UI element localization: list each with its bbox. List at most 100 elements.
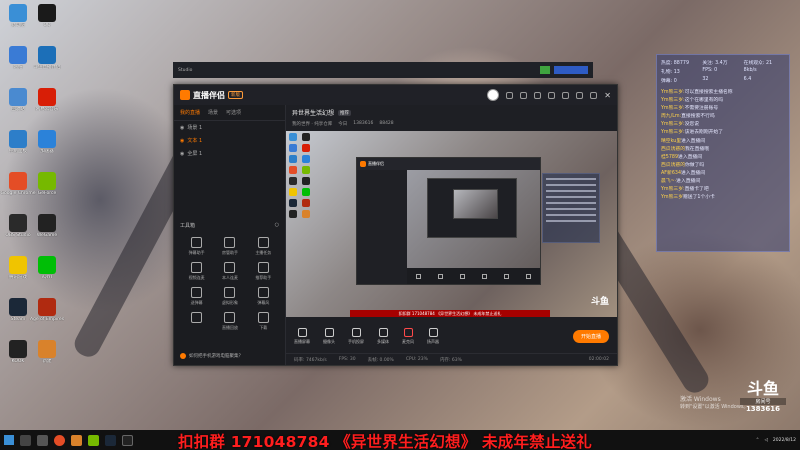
tool-icon — [257, 287, 269, 298]
scene-row[interactable]: ◉ 全屏 1 — [174, 147, 285, 160]
eye-icon[interactable]: ◉ — [180, 151, 184, 157]
tool-item[interactable]: 房管助手 — [213, 237, 246, 256]
tool-item[interactable]: 推荐助手 — [247, 262, 280, 281]
source-button[interactable]: 直播屏幕 — [294, 327, 310, 345]
scene-row[interactable]: ◉ 文本 1 — [174, 134, 285, 147]
tool-icon — [224, 237, 236, 248]
minimize-icon[interactable] — [576, 91, 584, 99]
desktop-icon[interactable]: 网易云音乐 — [29, 88, 65, 113]
desktop-icon-label: iQIYI — [41, 275, 53, 280]
tools-more-icon[interactable]: ○ — [275, 222, 279, 229]
sidebar-tab[interactable]: 场景 — [208, 109, 218, 116]
windows-activation-watermark: 激活 Windows 转到"设置"以激活 Windows。 — [680, 394, 749, 410]
user-avatar[interactable] — [487, 89, 500, 101]
chat-username: Ym熊三岁: — [661, 90, 685, 95]
app-icon — [38, 130, 56, 148]
status-item: FPS: 30 — [338, 357, 356, 362]
tool-item[interactable]: 送弹幕 — [180, 287, 213, 306]
windows-start-icon[interactable] — [4, 435, 14, 445]
room-sub-item: 1383616 — [353, 121, 374, 126]
settings-icon[interactable] — [520, 91, 528, 99]
source-button[interactable]: 麦克风 — [402, 327, 414, 345]
gift-icon[interactable] — [534, 91, 542, 99]
room-title[interactable]: 异世界生活幻想 — [292, 108, 334, 117]
tray-date[interactable]: 2022/8/12 — [773, 438, 796, 443]
preview-desktop-icons — [289, 133, 311, 218]
chat-text: 直播卡了吧 — [684, 187, 709, 193]
tray-arrow-icon[interactable]: ⌃ — [756, 438, 760, 443]
task-view-icon[interactable] — [37, 434, 48, 446]
eye-icon[interactable]: ◉ — [180, 138, 184, 144]
chat-text: 没您说 — [684, 122, 700, 128]
tool-item[interactable]: 本人连麦 — [213, 262, 246, 281]
close-icon[interactable]: ✕ — [604, 91, 611, 100]
tool-item[interactable]: 弹幕风 — [247, 287, 280, 306]
tool-icon — [191, 287, 203, 298]
tool-item[interactable]: 直播回放 — [213, 312, 246, 331]
sidebar-tab[interactable]: 可选项 — [226, 109, 241, 116]
desktop-icon[interactable]: QQ — [29, 4, 65, 29]
tool-label: 房管助手 — [221, 250, 238, 255]
start-stream-button[interactable]: 开始直播 — [572, 329, 609, 343]
volume-icon[interactable]: ◁ — [764, 438, 767, 443]
scene-row[interactable]: ◉ 场景 1 — [174, 121, 285, 134]
desktop-icon[interactable]: GeForce — [29, 172, 65, 197]
maximize-icon[interactable] — [590, 91, 598, 99]
stat-item: 32 — [702, 77, 709, 82]
tool-item[interactable]: 主播任务 — [247, 237, 280, 256]
desktop-icon[interactable]: 新建 — [29, 340, 65, 365]
folder-taskbar-icon[interactable] — [71, 434, 82, 446]
menu-icon[interactable] — [562, 91, 570, 99]
app-name: 直播伴侣 — [193, 90, 225, 100]
room-sub-item: 我的世界 · 纯享仓库 — [292, 122, 333, 127]
chat-message: Ym熊三岁:没您说 — [661, 121, 785, 129]
bottom-banner-text: 扣扣群 171048784 《异世界生活幻想》 未成年禁止送礼 — [178, 433, 592, 450]
geforce-taskbar-icon[interactable] — [88, 434, 99, 446]
desktop-icon-label: 网易云音乐 — [35, 107, 59, 112]
chat-list: Ym熊三岁:可以直接搜索主播名称 Ym熊三岁:这个在哪里有的吗 Ym熊三岁:不需要注… — [661, 89, 785, 202]
tool-item[interactable]: 弹幕助手 — [180, 237, 213, 256]
chat-text: 赠送了1个小卡 — [683, 195, 715, 201]
system-tray: ⌃ ◁ 2022/8/12 — [756, 438, 796, 443]
tool-label: 下载 — [259, 325, 268, 330]
tool-label: 送弹幕 — [190, 300, 203, 305]
search-icon[interactable] — [20, 434, 31, 446]
source-button[interactable]: 多媒体 — [377, 327, 389, 345]
chat-username: Ym熊三岁: — [661, 106, 685, 112]
app-icon — [9, 214, 27, 232]
source-button[interactable]: 扬声器 — [427, 327, 439, 345]
app-icon — [38, 4, 56, 22]
steam-taskbar-icon[interactable] — [105, 434, 116, 446]
chrome-taskbar-icon[interactable] — [54, 434, 65, 446]
desktop-icon[interactable]: 斗鱼直播伴侣 — [29, 46, 65, 71]
tool-icon — [257, 237, 269, 248]
tool-item[interactable]: 下载 — [247, 312, 280, 331]
app-icon — [38, 256, 56, 274]
tool-item[interactable]: 虚拟形象 — [213, 287, 246, 306]
message-icon[interactable] — [548, 91, 556, 99]
desktop-icon[interactable]: Age of Empires — [29, 298, 65, 323]
source-buttons-bar: 直播屏幕 摄像头 手机投屏 多媒体 麦克风 扬声器 开始直播 — [286, 317, 617, 355]
phone-tip[interactable]: 如何把手机游戏电脑聚集？ — [180, 353, 243, 359]
tool-label: 主播任务 — [255, 250, 272, 255]
stream-preview[interactable]: 直播伴侣 扣扣群 171048784 《异世界生活幻想》 未成年禁止送礼 斗鱼 — [286, 131, 617, 317]
source-button[interactable]: 手机投屏 — [348, 327, 364, 345]
obs-taskbar-icon[interactable] — [122, 434, 133, 446]
headset-icon[interactable] — [506, 91, 514, 99]
chat-text: 进入直播间 — [678, 154, 703, 160]
sidebar-tab[interactable]: 我的直播 — [180, 109, 200, 116]
desktop-icon[interactable]: 加速器 — [29, 130, 65, 155]
nested-preview-window: 直播伴侣 — [356, 157, 541, 285]
eye-icon[interactable]: ◉ — [180, 125, 184, 131]
tool-label: 弹幕风 — [257, 300, 270, 305]
status-item: 码率: 7467kb/s — [294, 357, 327, 363]
source-button[interactable]: 摄像头 — [323, 327, 335, 345]
tool-item[interactable]: 视频连麦 — [180, 262, 213, 281]
version-badge: 新版 — [228, 91, 243, 99]
desktop-icon[interactable]: iQIYI — [29, 256, 65, 281]
desktop-icon-label: 新建 — [42, 359, 52, 364]
tool-item[interactable] — [180, 312, 213, 331]
chat-message: 周九/Lm:直接搜索不行吗 — [661, 113, 785, 121]
desktop-icon[interactable]: WeGame — [29, 214, 65, 239]
source-icon — [324, 327, 334, 337]
